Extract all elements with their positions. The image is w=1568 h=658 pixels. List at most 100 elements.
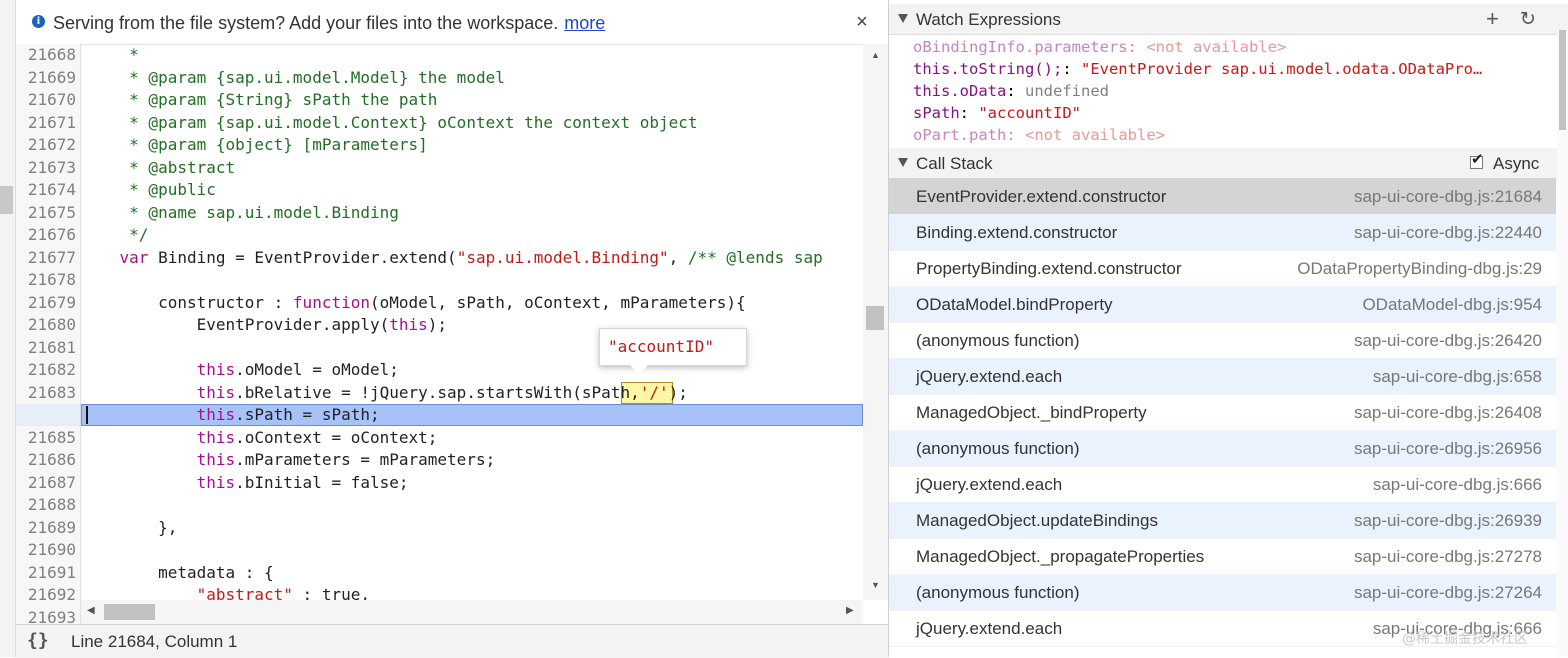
collapse-triangle-icon[interactable] <box>898 14 908 23</box>
pretty-print-icon[interactable]: {} <box>27 630 49 651</box>
call-frame[interactable]: ODataModel.bindProperty ODataModel-dbg.js… <box>889 286 1556 323</box>
line-number[interactable]: 21687 <box>16 472 76 495</box>
line-number-gutter[interactable]: 21668 21669 21670 21671 21672 21673 21674 21675… <box>16 44 81 624</box>
call-frame-location[interactable]: sap-ui-core-dbg.js:658 <box>1373 367 1542 387</box>
info-icon: i <box>32 15 45 28</box>
line-number[interactable]: 21670 <box>16 89 76 112</box>
cursor-position: Line 21684, Column 1 <box>71 632 238 651</box>
line-number[interactable]: 21680 <box>16 314 76 337</box>
code-token: this <box>196 405 236 424</box>
line-number[interactable]: 21673 <box>16 157 76 180</box>
code-token: metadata : { <box>81 562 274 582</box>
code-token: ); <box>668 382 688 402</box>
watch-expression-row[interactable]: this.toString();: "EventProvider sap.ui.… <box>913 58 1482 80</box>
call-frame[interactable]: ManagedObject._propagateProperties sap-ui… <box>889 538 1556 575</box>
call-frame[interactable]: (anonymous function) sap-ui-core-dbg.js:2… <box>889 574 1556 611</box>
line-number[interactable]: 21681 <box>16 337 76 360</box>
editor-vertical-scrollbar[interactable]: ▲ ▼ <box>863 44 888 600</box>
line-number[interactable]: 21693 <box>16 607 76 625</box>
editor-horizontal-scrollbar[interactable]: ◀ ▶ <box>81 600 863 624</box>
line-number[interactable]: 21689 <box>16 517 76 540</box>
line-number[interactable]: 21691 <box>16 562 76 585</box>
call-frame-location[interactable]: sap-ui-core-dbg.js:27278 <box>1354 547 1542 567</box>
watch-expression-value: undefined <box>1025 82 1109 100</box>
call-frame-location[interactable]: ODataModel-dbg.js:954 <box>1362 295 1542 315</box>
watch-expression-row[interactable]: oBindingInfo.parameters: <not available> <box>913 36 1286 58</box>
checkmark-icon[interactable]: ✔ <box>1471 150 1484 168</box>
call-frame[interactable]: (anonymous function) sap-ui-core-dbg.js:2… <box>889 322 1556 359</box>
call-frame-location[interactable]: sap-ui-core-dbg.js:666 <box>1373 475 1542 495</box>
async-label[interactable]: Async <box>1493 154 1539 174</box>
line-number[interactable]: 21677 <box>16 247 76 270</box>
call-frame-location[interactable]: ODataPropertyBinding-dbg.js:29 <box>1297 259 1542 279</box>
scroll-down-icon[interactable]: ▼ <box>871 580 880 590</box>
call-frame[interactable]: EventProvider.extend.constructor sap-ui-c… <box>889 178 1556 215</box>
code-line: this.mParameters = mParameters; <box>81 449 496 472</box>
line-number[interactable]: 21679 <box>16 292 76 315</box>
line-number[interactable]: 21683 <box>16 382 76 405</box>
left-strip-marker <box>0 186 13 214</box>
collapse-triangle-icon[interactable] <box>898 158 908 167</box>
close-icon[interactable]: × <box>852 11 872 34</box>
line-number[interactable]: 21671 <box>16 112 76 135</box>
call-frame[interactable]: ManagedObject.updateBindings sap-ui-core-… <box>889 502 1556 539</box>
scroll-up-icon[interactable]: ▲ <box>871 50 880 60</box>
sidebar-scroll-thumb[interactable] <box>1559 30 1566 130</box>
call-frame-location[interactable]: sap-ui-core-dbg.js:27264 <box>1354 583 1542 603</box>
watch-expression-row[interactable]: this.oData: undefined <box>913 80 1109 102</box>
call-frame-location[interactable]: sap-ui-core-dbg.js:22440 <box>1354 223 1542 243</box>
watch-expressions-header[interactable]: Watch Expressions + ↻ <box>889 4 1568 35</box>
call-frame[interactable]: jQuery.extend.each sap-ui-core-dbg.js:666 <box>889 466 1556 503</box>
call-frame[interactable]: Binding.extend.constructor sap-ui-core-db… <box>889 214 1556 251</box>
line-number[interactable]: 21692 <box>16 584 76 607</box>
line-number[interactable]: 21668 <box>16 44 76 67</box>
watch-expression-row[interactable]: sPath: "accountID" <box>913 102 1081 124</box>
code-line: * @name sap.ui.model.Binding <box>81 202 399 225</box>
watch-separator: : <box>1006 82 1025 100</box>
code-token: '/' <box>639 382 669 402</box>
vertical-scroll-thumb[interactable] <box>866 306 884 330</box>
call-frame[interactable]: (anonymous function) sap-ui-core-dbg.js:2… <box>889 430 1556 467</box>
call-frame-location[interactable]: sap-ui-core-dbg.js:26956 <box>1354 439 1542 459</box>
watch-expression-row[interactable]: oPart.path: <not available> <box>913 124 1165 146</box>
call-frame[interactable]: ManagedObject._bindProperty sap-ui-core-d… <box>889 394 1556 431</box>
line-number[interactable]: 21676 <box>16 224 76 247</box>
line-number[interactable]: 21678 <box>16 269 76 292</box>
scroll-left-icon[interactable]: ◀ <box>87 605 95 616</box>
call-frame-location[interactable]: sap-ui-core-dbg.js:26420 <box>1354 331 1542 351</box>
call-frame[interactable]: PropertyBinding.extend.constructor ODataP… <box>889 250 1556 287</box>
code-line: * @param {String} sPath the path <box>81 89 437 112</box>
add-icon[interactable]: + <box>1486 6 1499 32</box>
call-stack-title: Call Stack <box>916 154 993 173</box>
code-line: metadata : { <box>81 562 274 585</box>
scroll-right-icon[interactable]: ▶ <box>846 605 854 616</box>
horizontal-scroll-thumb[interactable] <box>104 604 155 620</box>
code-token: .bInitial = false; <box>235 472 409 492</box>
refresh-icon[interactable]: ↻ <box>1520 8 1536 31</box>
code-token: * @name sap.ui.model.Binding <box>81 202 399 222</box>
line-number[interactable]: 21682 <box>16 359 76 382</box>
call-frame-location[interactable]: sap-ui-core-dbg.js:26939 <box>1354 511 1542 531</box>
call-frame[interactable]: jQuery.extend.each sap-ui-core-dbg.js:658 <box>889 358 1556 395</box>
sidebar-scrollbar[interactable] <box>1557 30 1568 657</box>
call-frame-function: EventProvider.extend.constructor <box>916 187 1167 206</box>
code-token: /** @lends sap <box>687 247 823 267</box>
line-number[interactable]: 21685 <box>16 427 76 450</box>
line-number[interactable]: 21688 <box>16 494 76 517</box>
line-number[interactable]: 21672 <box>16 134 76 157</box>
line-number[interactable]: 21686 <box>16 449 76 472</box>
call-stack-header[interactable]: Call Stack ✔ Async <box>889 148 1568 179</box>
call-frame-location[interactable]: sap-ui-core-dbg.js:21684 <box>1354 187 1542 207</box>
call-frame-function: jQuery.extend.each <box>916 367 1063 386</box>
line-number[interactable]: 21674 <box>16 179 76 202</box>
line-number[interactable]: 21675 <box>16 202 76 225</box>
line-number[interactable]: 21669 <box>16 67 76 90</box>
line-number[interactable]: 21690 <box>16 539 76 562</box>
watch-expression-name: oBindingInfo.parameters <box>913 38 1128 56</box>
call-frame-location[interactable]: sap-ui-core-dbg.js:26408 <box>1354 403 1542 423</box>
infobar-more-link[interactable]: more <box>564 13 605 33</box>
code-token: * <box>81 45 139 64</box>
code-token: .oContext = oContext; <box>235 427 438 447</box>
